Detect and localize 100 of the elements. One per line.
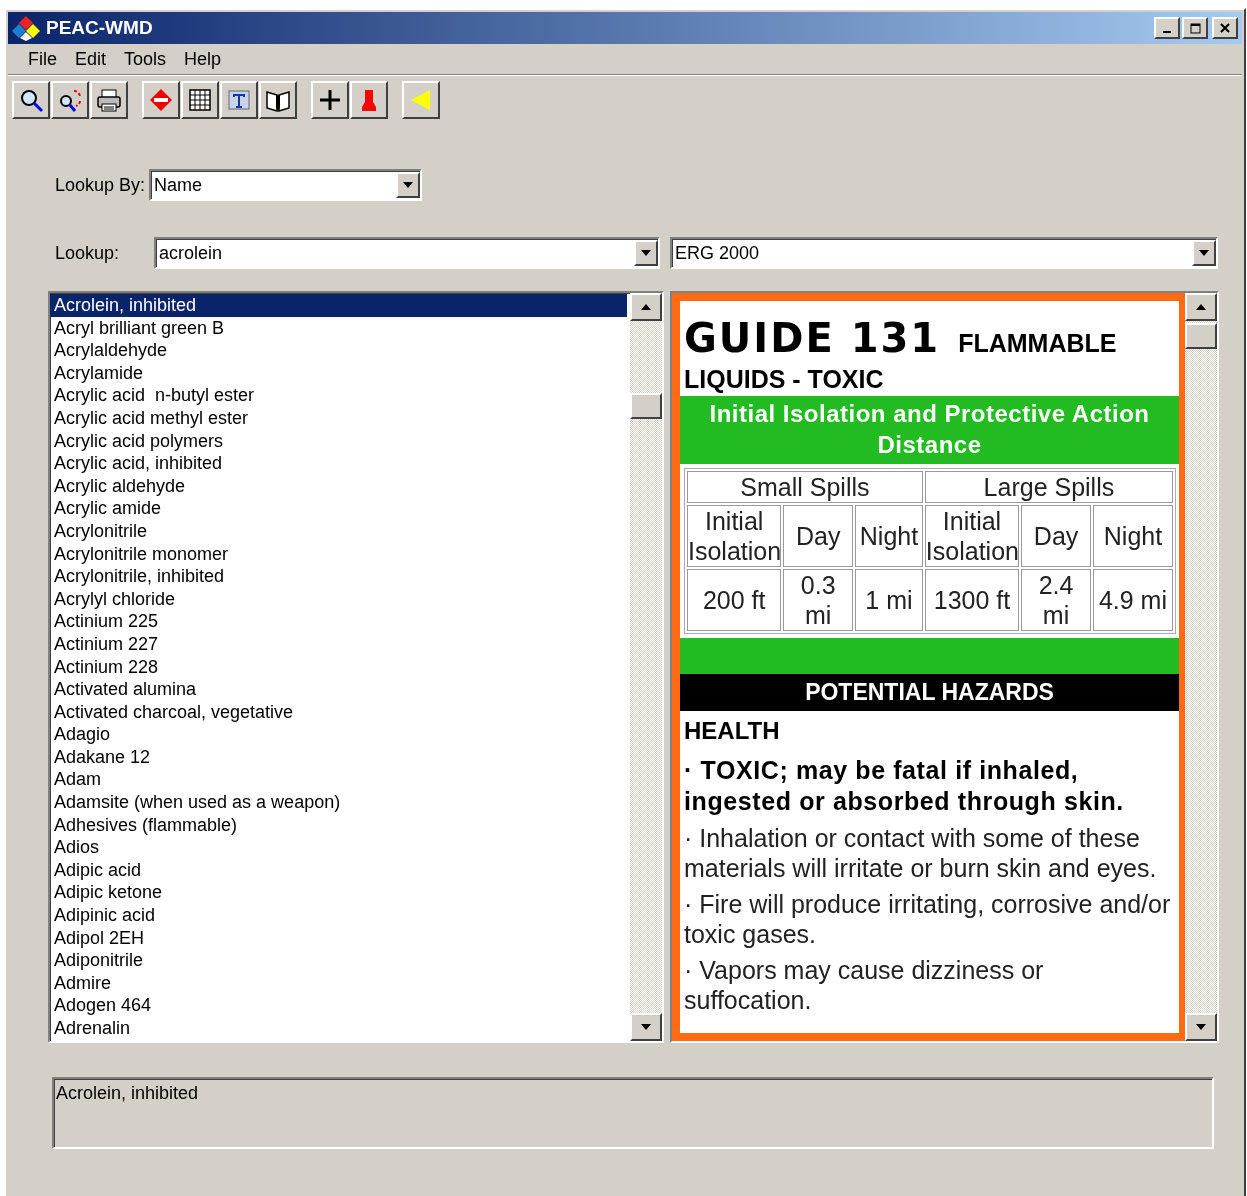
list-item[interactable]: Adiponitrile <box>50 949 627 972</box>
toolbar-button[interactable] <box>12 81 50 119</box>
toolbar-button[interactable] <box>350 81 388 119</box>
hazard-text: · TOXIC; may be fatal if inhaled, ingested or absorbed through skin. <box>683 755 1125 817</box>
scrollbar-thumb[interactable] <box>1185 323 1217 349</box>
maximize-icon <box>1189 22 1201 34</box>
list-item[interactable]: Activated charcoal, vegetative <box>50 700 627 724</box>
table-header-cell: Night <box>855 505 923 567</box>
toolbar-button[interactable] <box>142 81 180 119</box>
list-item[interactable]: Acrylamide <box>50 361 627 385</box>
close-icon <box>1220 23 1230 33</box>
menu-item[interactable]: File <box>20 46 65 72</box>
scroll-up-button[interactable] <box>1185 293 1217 321</box>
status-text: Acrolein, inhibited <box>55 1082 200 1105</box>
guide-number: GUIDE 131 <box>684 315 941 361</box>
list-item[interactable]: Acrylonitrile monomer <box>50 542 627 566</box>
guide-book-dropdown[interactable]: ERG 2000 <box>670 237 1218 269</box>
list-item[interactable]: Activated alumina <box>50 678 627 701</box>
caret-up-icon <box>641 304 651 310</box>
toolbar-button[interactable] <box>402 81 440 119</box>
table-cell: 0.3 mi <box>783 569 854 631</box>
field-label: Lookup By: <box>55 174 146 196</box>
scrollbar-thumb[interactable] <box>630 393 662 419</box>
section-banner: Initial Isolation and Protective Action Distance <box>680 396 1179 464</box>
list-item[interactable]: Actinium 227 <box>50 632 627 656</box>
list-item[interactable]: Adipic acid <box>50 858 627 882</box>
list-item[interactable]: Adakane 12 <box>50 745 627 769</box>
table-icon <box>187 87 213 113</box>
list-item[interactable]: Acrylyl chloride <box>50 587 627 611</box>
scroll-down-button[interactable] <box>630 1013 662 1041</box>
list-item[interactable]: Acrylonitrile, inhibited <box>50 565 627 588</box>
list-item[interactable]: Acrylaldehyde <box>50 339 627 362</box>
list-item[interactable]: Adogen 464 <box>50 994 627 1017</box>
list-item[interactable]: Adios <box>50 836 627 859</box>
maximize-button[interactable] <box>1182 17 1208 39</box>
hazard-text: · Fire will produce irritating, corrosive and/or toxic gases. <box>683 889 1172 950</box>
app-logo-icon <box>12 15 40 41</box>
lookup-by-dropdown[interactable]: Name <box>149 169 423 201</box>
list-item[interactable]: Actinium 228 <box>50 655 627 679</box>
text-icon <box>226 87 252 113</box>
caret-down-icon <box>1196 1024 1206 1030</box>
scrollbar[interactable] <box>630 293 662 1041</box>
list-item[interactable]: Acrylic acid, inhibited <box>50 452 627 475</box>
table-cell: 1 mi <box>855 569 923 631</box>
list-item[interactable]: Adagio <box>50 723 627 746</box>
list-item[interactable]: Acrylonitrile <box>50 519 627 543</box>
list-item[interactable]: Adipol 2EH <box>50 926 627 950</box>
plus-icon <box>317 87 343 113</box>
table-header-cell: Day <box>1021 505 1091 567</box>
caret-up-icon <box>1196 304 1206 310</box>
field-label: Lookup: <box>55 242 121 264</box>
search-arrows-icon <box>57 87 83 113</box>
section-heading: HEALTH <box>683 716 781 746</box>
close-button[interactable] <box>1212 17 1238 39</box>
guide-title: LIQUIDS - TOXIC <box>683 364 885 395</box>
list-item[interactable]: Admire <box>50 971 627 995</box>
search-icon <box>18 87 44 113</box>
menu-item[interactable]: Tools <box>116 46 175 72</box>
caret-down-icon <box>641 1024 651 1030</box>
toolbar-button[interactable] <box>181 81 219 119</box>
toolbar-button[interactable] <box>90 81 128 119</box>
minimize-button[interactable] <box>1154 17 1180 39</box>
list-item[interactable]: Acrylic acid n-butyl ester <box>50 384 627 407</box>
table-header-cell: Initial Isolation <box>924 505 1020 567</box>
list-item[interactable]: Adamsite (when used as a weapon) <box>50 791 627 814</box>
scroll-down-button[interactable] <box>1185 1013 1217 1041</box>
list-item[interactable]: Adrenalin <box>50 1017 627 1040</box>
menu-item[interactable]: Edit <box>67 46 115 72</box>
list-item[interactable]: Acryl brilliant green B <box>50 316 627 340</box>
toolbar-button[interactable] <box>51 81 89 119</box>
list-item[interactable]: Acrylic amide <box>50 497 627 520</box>
list-item[interactable]: Actinium 225 <box>50 610 627 633</box>
toolbar-button[interactable] <box>311 81 349 119</box>
list-item[interactable]: Acrylic aldehyde <box>50 474 627 498</box>
table-header-cell: Large Spills <box>924 471 1173 503</box>
toolbar-button[interactable] <box>259 81 297 119</box>
printer-icon <box>96 87 122 113</box>
minimize-icon <box>1163 31 1171 33</box>
table-header-cell: Day <box>783 505 854 567</box>
list-item[interactable]: Acrolein, inhibited <box>50 294 627 317</box>
table-cell: 2.4 mi <box>1021 569 1091 631</box>
list-item[interactable]: Acrylic acid polymers <box>50 429 627 453</box>
scroll-up-button[interactable] <box>630 293 662 321</box>
menu-item[interactable]: Help <box>176 46 230 72</box>
list-item[interactable]: Adam <box>50 768 627 792</box>
list-item[interactable]: Acrylic acid methyl ester <box>50 406 627 430</box>
caret-down-icon <box>403 182 414 188</box>
lookup-field[interactable]: acrolein <box>154 237 660 269</box>
list-item[interactable]: Adipinic acid <box>50 904 627 927</box>
list-item[interactable]: Adipic ketone <box>50 881 627 905</box>
dropdown-arrow-button[interactable] <box>634 240 658 266</box>
diamond-icon <box>148 87 174 113</box>
caret-down-icon <box>1199 250 1209 256</box>
dropdown-arrow-button[interactable] <box>396 172 421 198</box>
scrollbar[interactable] <box>1185 293 1217 1041</box>
table-header-cell: Small Spills <box>687 471 923 503</box>
toolbar-button[interactable] <box>220 81 258 119</box>
dropdown-arrow-button[interactable] <box>1192 240 1216 266</box>
caret-down-icon <box>641 250 651 256</box>
list-item[interactable]: Adhesives (flammable) <box>50 813 627 837</box>
